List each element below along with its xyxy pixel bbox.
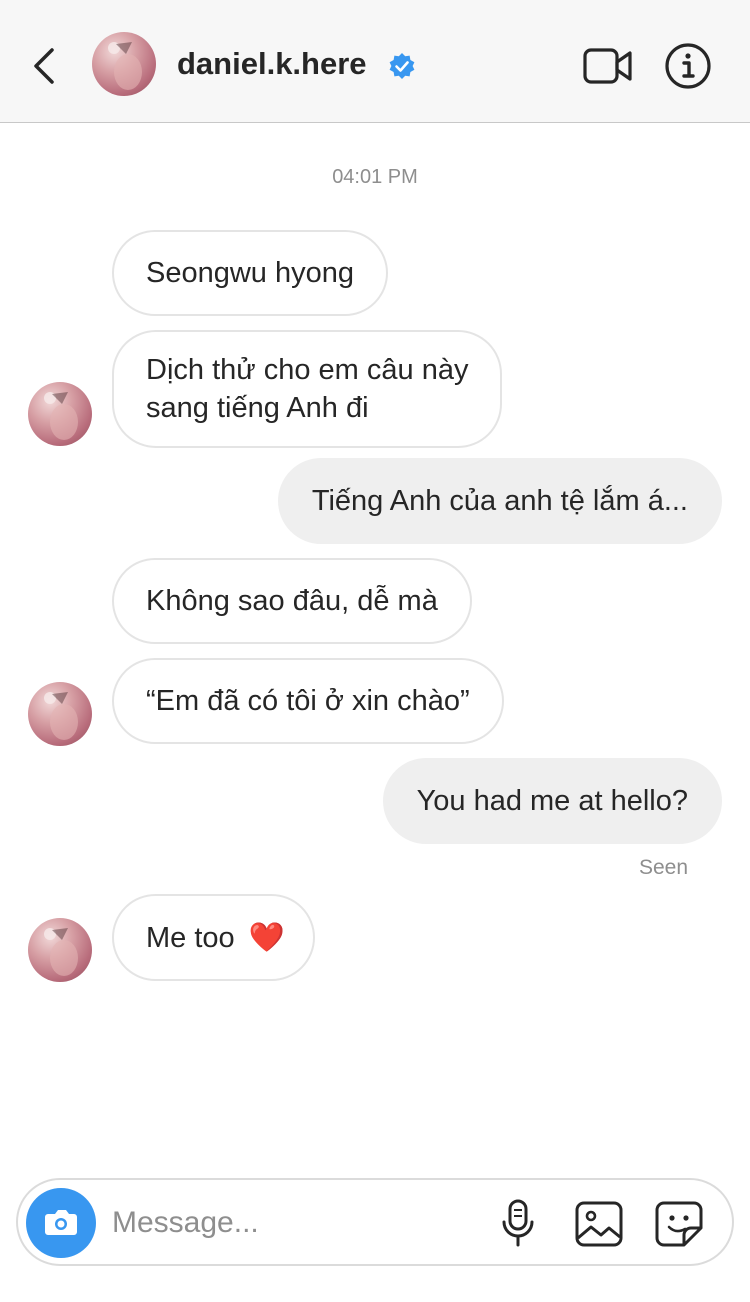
message-text: “Em đã có tôi ở xin chào” [146, 685, 470, 717]
video-camera-icon[interactable] [582, 45, 634, 87]
sender-avatar[interactable] [28, 382, 92, 446]
message-text: Không sao đâu, dễ mà [146, 585, 438, 617]
verified-badge-icon [389, 53, 415, 79]
back-chevron-icon[interactable] [26, 44, 62, 88]
message-input[interactable] [110, 1200, 474, 1246]
incoming-message[interactable]: Dịch thử cho em câu này sang tiếng Anh đ… [112, 330, 503, 448]
message-text: Me too [146, 922, 235, 954]
heart-emoji: ❤️ [248, 920, 285, 954]
outgoing-message[interactable]: You had me at hello? [382, 758, 722, 844]
incoming-message[interactable]: Me too ❤️ [112, 894, 315, 981]
incoming-message[interactable]: Seongwu hyong [112, 230, 388, 316]
image-icon[interactable] [574, 1200, 624, 1248]
microphone-icon[interactable] [498, 1198, 538, 1248]
sender-avatar[interactable] [28, 682, 92, 746]
incoming-message[interactable]: “Em đã có tôi ở xin chào” [112, 658, 504, 744]
message-text-line: sang tiếng Anh đi [146, 392, 369, 424]
sticker-icon[interactable] [654, 1200, 704, 1248]
message-text: Seongwu hyong [146, 257, 354, 289]
message-text: Tiếng Anh của anh tệ lắm á... [311, 485, 688, 517]
info-icon[interactable] [664, 42, 712, 90]
sender-avatar[interactable] [28, 918, 92, 982]
outgoing-message[interactable]: Tiếng Anh của anh tệ lắm á... [277, 458, 722, 544]
chat-header: daniel.k.here [0, 0, 750, 123]
message-composer [16, 1178, 734, 1266]
message-text-line: Dịch thử cho em câu này [146, 354, 469, 386]
camera-icon [45, 1210, 77, 1235]
camera-button[interactable] [26, 1188, 96, 1258]
message-text: You had me at hello? [416, 785, 688, 817]
incoming-message[interactable]: Không sao đâu, dễ mà [112, 558, 472, 644]
seen-indicator: Seen [638, 856, 688, 879]
thread-timestamp: 04:01 PM [332, 166, 418, 188]
chat-username[interactable]: daniel.k.here [177, 44, 367, 84]
header-avatar[interactable] [92, 32, 156, 96]
